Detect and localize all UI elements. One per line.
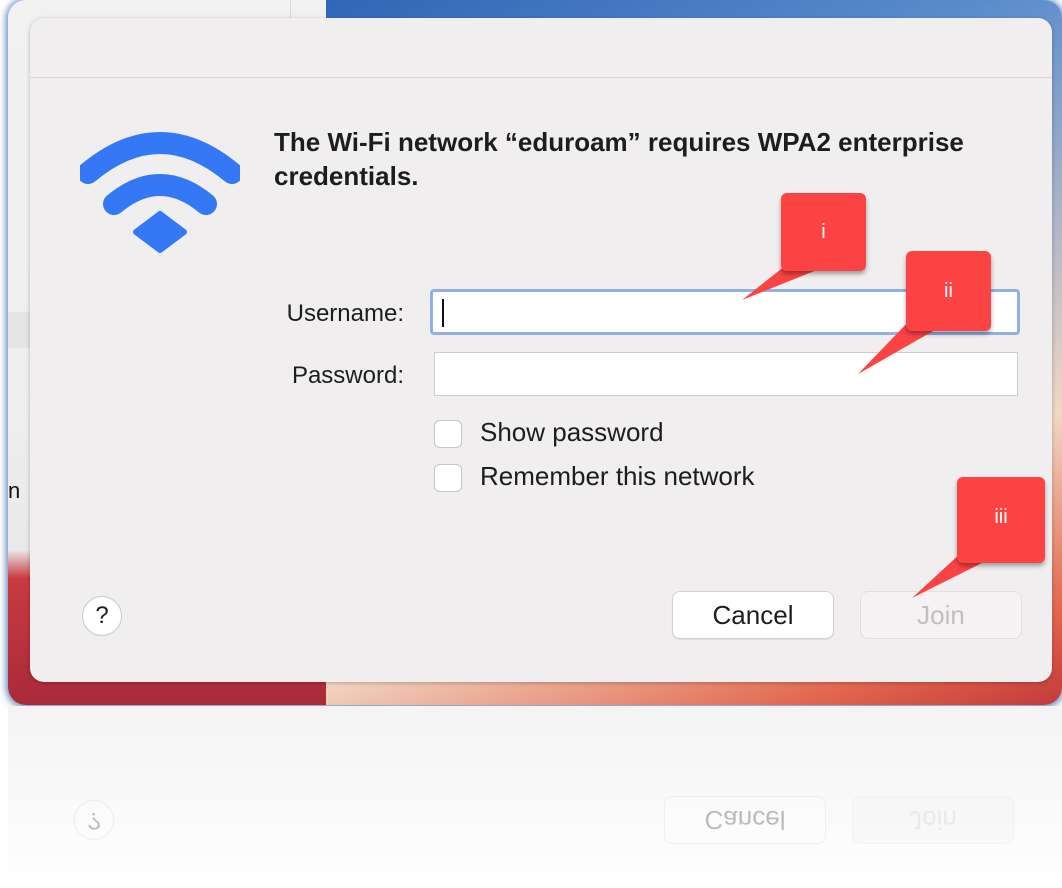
screenshot-reflection: ? Cancel Join xyxy=(8,706,1062,888)
cancel-button[interactable]: Cancel xyxy=(672,591,834,639)
dialog-heading: The Wi-Fi network “eduroam” requires WPA… xyxy=(274,127,964,191)
show-password-label[interactable]: Show password xyxy=(480,417,664,448)
join-button[interactable]: Join xyxy=(860,591,1022,639)
help-button[interactable]: ? xyxy=(82,596,122,636)
password-input[interactable] xyxy=(434,352,1018,396)
dialog-titlebar xyxy=(30,18,1052,78)
password-label: Password: xyxy=(291,362,404,389)
callout-ii: ii xyxy=(906,251,991,331)
text-cursor xyxy=(442,299,444,327)
wifi-credentials-dialog: The Wi-Fi network “eduroam” requires WPA… xyxy=(30,18,1052,682)
background-text: n xyxy=(8,478,21,503)
help-reflection: ? xyxy=(74,800,114,840)
screenshot-frame: n The Wi-Fi network “eduroam” requires W… xyxy=(8,0,1062,705)
wifi-icon xyxy=(80,132,240,253)
username-label: Username: xyxy=(286,300,404,327)
remember-network-label[interactable]: Remember this network xyxy=(480,461,755,492)
show-password-checkbox[interactable] xyxy=(434,420,462,448)
cancel-reflection: Cancel xyxy=(664,796,826,844)
callout-i: i xyxy=(781,193,866,271)
reflection-content: ? Cancel Join xyxy=(8,706,1062,888)
remember-network-checkbox[interactable] xyxy=(434,464,462,492)
join-reflection: Join xyxy=(852,796,1014,844)
callout-iii: iii xyxy=(957,477,1045,563)
